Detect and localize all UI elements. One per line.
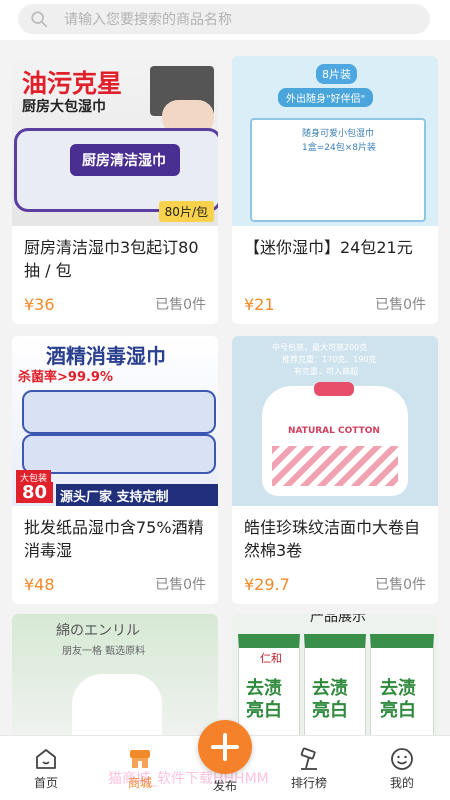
tube-text: 亮白 (246, 700, 282, 721)
product-image: 油污克星 厨房大包湿巾 厨房清洁湿巾 80片/包 (12, 56, 218, 226)
home-icon (36, 749, 56, 769)
search-input[interactable]: 请输入您要搜索的商品名称 (18, 4, 430, 34)
hammer-icon (300, 747, 317, 770)
image-note: 中号包装，最大可装200克 (272, 343, 368, 352)
product-price: ¥21 (244, 294, 275, 314)
image-note: 推荐克重：170克、190克 (282, 355, 377, 364)
wipes-pack (22, 434, 216, 474)
product-title: 厨房清洁湿巾3包起订80抽 / 包 (24, 238, 199, 280)
product-card[interactable]: 8片装 外出随身"好伴侣" 随身可爱小包湿巾 1盒=24包×8片装 【迷你湿巾】… (232, 56, 438, 324)
product-sold: 已售0件 (155, 577, 206, 593)
publish-label: 发布 (212, 779, 237, 793)
wipes-pack (22, 390, 216, 434)
product-image: 綿のエンリル 朋友一格 甄选原料 (12, 614, 218, 754)
product-image: 酒精消毒湿巾 杀菌率>99.9% 大包装 80 源头厂家 支持定制 (12, 336, 218, 506)
search-bar: 请输入您要搜索的商品名称 (0, 0, 450, 40)
box-title: 随身可爱小包湿巾 (302, 129, 375, 139)
brand-text: 仁和 (260, 652, 282, 665)
pack-text: 厨房清洁湿巾 (82, 153, 166, 169)
product-title: 批发纸品湿巾含75%酒精消毒湿 (24, 518, 204, 560)
image-tag: 8片装 (316, 64, 357, 84)
box-subtitle: 1盒=24包×8片装 (302, 143, 376, 153)
bag-label: NATURAL COTTON (288, 426, 380, 436)
product-image: 8片装 外出随身"好伴侣" 随身可爱小包湿巾 1盒=24包×8片装 (232, 56, 438, 226)
product-title: 【迷你湿巾】24包21元 (244, 238, 413, 257)
product-sold: 已售0件 (375, 297, 426, 313)
image-subtitle: 外出随身"好伴侣" (278, 88, 374, 107)
product-sold: 已售0件 (375, 577, 426, 593)
image-headline: 酒精消毒湿巾 (46, 344, 166, 368)
tab-home-label: 首页 (33, 776, 58, 790)
image-kill-rate: 杀菌率>99.9% (18, 370, 113, 385)
tab-home[interactable]: 首页 (16, 746, 76, 791)
tab-ranking[interactable]: 排行榜 (279, 746, 339, 791)
tab-mine-label: 我的 (389, 776, 414, 790)
product-price: ¥48 (24, 574, 55, 594)
tube-text: 亮白 (312, 700, 348, 721)
tube-text: 亮白 (380, 700, 416, 721)
product-price: ¥29.7 (244, 574, 290, 594)
product-card[interactable]: 产品展示 去渍 亮白 去渍 亮白 去渍 亮白 仁和 (232, 614, 438, 754)
tab-mine[interactable]: 我的 (372, 746, 432, 791)
image-headline: 油污克星 (22, 69, 123, 98)
product-card[interactable]: 綿のエンリル 朋友一格 甄选原料 (12, 614, 218, 754)
product-price: ¥36 (24, 294, 55, 314)
badge-number: 80 (16, 482, 54, 503)
product-card[interactable]: 酒精消毒湿巾 杀菌率>99.9% 大包装 80 源头厂家 支持定制 批发纸品湿巾… (12, 336, 218, 604)
product-image: 产品展示 去渍 亮白 去渍 亮白 去渍 亮白 仁和 (232, 614, 438, 754)
plus-icon (211, 733, 239, 761)
product-card[interactable]: 中号包装，最大可装200克 推荐克重：170克、190克 有克重，可入商超 NA… (232, 336, 438, 604)
image-slogan: 源头厂家 支持定制 (56, 484, 218, 506)
product-title: 皓佳珍珠纹洁面巾大卷自然棉3卷 (244, 518, 421, 560)
image-note: 有克重，可入商超 (294, 367, 358, 376)
pack-badge: 80片/包 (158, 201, 214, 222)
product-card[interactable]: 油污克星 厨房大包湿巾 厨房清洁湿巾 80片/包 厨房清洁湿巾3包起订80抽 /… (12, 56, 218, 324)
image-header: 产品展示 (310, 614, 366, 625)
product-sold: 已售0件 (155, 297, 206, 313)
ribbon (314, 382, 354, 396)
search-icon (31, 11, 48, 28)
search-placeholder: 请输入您要搜索的商品名称 (64, 12, 232, 28)
image-top-text: 綿のエンリル (56, 623, 140, 639)
tab-ranking-label: 排行榜 (290, 776, 327, 790)
product-image: 中号包装，最大可装200克 推荐克重：170克、190克 有克重，可入商超 NA… (232, 336, 438, 506)
publish-button[interactable] (198, 720, 252, 774)
image-sub-text: 朋友一格 甄选原料 (62, 646, 146, 657)
pattern-band (272, 446, 398, 486)
image-subtitle: 厨房大包湿巾 (22, 99, 106, 115)
smiley-icon (391, 748, 413, 770)
